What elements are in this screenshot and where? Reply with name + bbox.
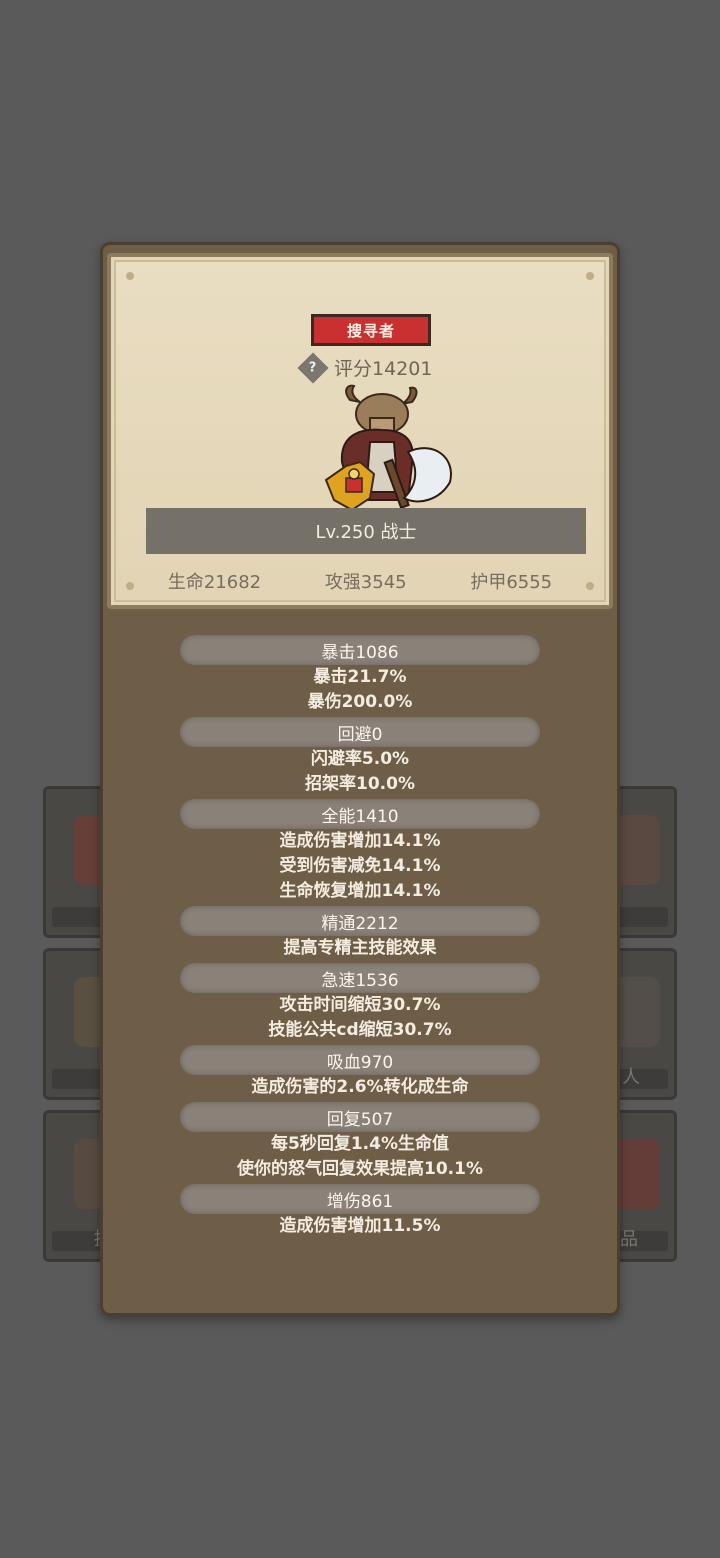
attr-line: 攻击时间缩短30.7% xyxy=(279,995,441,1015)
attr-group-damage-bonus: 增伤861 造成伤害增加11.5% xyxy=(180,1182,540,1239)
attr-line: 造成伤害增加14.1% xyxy=(279,831,441,851)
attr-head: 暴击1086 xyxy=(180,635,540,665)
attr-line: 招架率10.0% xyxy=(305,774,415,794)
attr-group-lifesteal: 吸血970 造成伤害的2.6%转化成生命 xyxy=(180,1043,540,1100)
help-icon[interactable]: ? xyxy=(297,351,329,384)
attr-group-mastery: 精通2212 提高专精主技能效果 xyxy=(180,904,540,961)
attr-line: 暴伤200.0% xyxy=(307,692,413,712)
attr-line: 造成伤害的2.6%转化成生命 xyxy=(251,1077,469,1097)
attr-line: 技能公共cd缩短30.7% xyxy=(268,1020,452,1040)
stat-attack-power: 攻强3545 xyxy=(324,572,407,593)
attr-head: 吸血970 xyxy=(180,1045,540,1075)
attr-group-versatility: 全能1410 造成伤害增加14.1% 受到伤害减免14.1% 生命恢复增加14.… xyxy=(180,797,540,904)
character-card: 搜寻者 ? 评分14201 Lv.250 战士 生命21682 攻强3545 护… xyxy=(107,253,613,609)
warrior-portrait-icon xyxy=(324,384,452,512)
screen: 提 人 品 搜寻者 ? 评分14201 xyxy=(0,0,720,1558)
card-parchment: 搜寻者 ? 评分14201 Lv.250 战士 生命21682 攻强3545 护… xyxy=(114,260,606,602)
bg-slot-label: 人 xyxy=(622,1067,640,1088)
bg-slot-label: 品 xyxy=(620,1229,638,1250)
level-class-bar: Lv.250 战士 xyxy=(146,508,586,554)
nail-icon xyxy=(586,272,594,280)
attr-head: 精通2212 xyxy=(180,906,540,936)
attr-line: 受到伤害减免14.1% xyxy=(279,856,441,876)
attr-line: 暴击21.7% xyxy=(313,667,407,687)
attr-group-haste: 急速1536 攻击时间缩短30.7% 技能公共cd缩短30.7% xyxy=(180,961,540,1043)
score-row: ? 评分14201 xyxy=(297,351,433,384)
attr-head: 回避0 xyxy=(180,717,540,747)
attr-head: 增伤861 xyxy=(180,1184,540,1214)
stat-hp: 生命21682 xyxy=(167,572,262,593)
nail-icon xyxy=(126,272,134,280)
score-text: 评分14201 xyxy=(334,358,433,380)
attr-line: 使你的怒气回复效果提高10.1% xyxy=(237,1159,483,1179)
rank-tag: 搜寻者 xyxy=(311,314,431,346)
attr-line: 生命恢复增加14.1% xyxy=(279,881,441,901)
attr-line: 闪避率5.0% xyxy=(310,749,410,769)
base-stats-row: 生命21682 攻强3545 护甲6555 xyxy=(116,568,604,594)
attr-head: 急速1536 xyxy=(180,963,540,993)
attr-line: 提高专精主技能效果 xyxy=(283,938,437,958)
attr-group-evasion: 回避0 闪避率5.0% 招架率10.0% xyxy=(180,715,540,797)
attr-head: 回复507 xyxy=(180,1102,540,1132)
attr-group-crit: 暴击1086 暴击21.7% 暴伤200.0% xyxy=(180,633,540,715)
attr-line: 造成伤害增加11.5% xyxy=(279,1216,441,1236)
attr-head: 全能1410 xyxy=(180,799,540,829)
stat-armor: 护甲6555 xyxy=(470,572,553,593)
attr-group-regen: 回复507 每5秒回复1.4%生命值 使你的怒气回复效果提高10.1% xyxy=(180,1100,540,1182)
attr-line: 每5秒回复1.4%生命值 xyxy=(271,1134,449,1154)
character-detail-panel: 搜寻者 ? 评分14201 Lv.250 战士 生命21682 攻强3545 护… xyxy=(100,242,620,1316)
attribute-list: 暴击1086 暴击21.7% 暴伤200.0% 回避0 闪避率5.0% 招架率1… xyxy=(103,633,617,1239)
